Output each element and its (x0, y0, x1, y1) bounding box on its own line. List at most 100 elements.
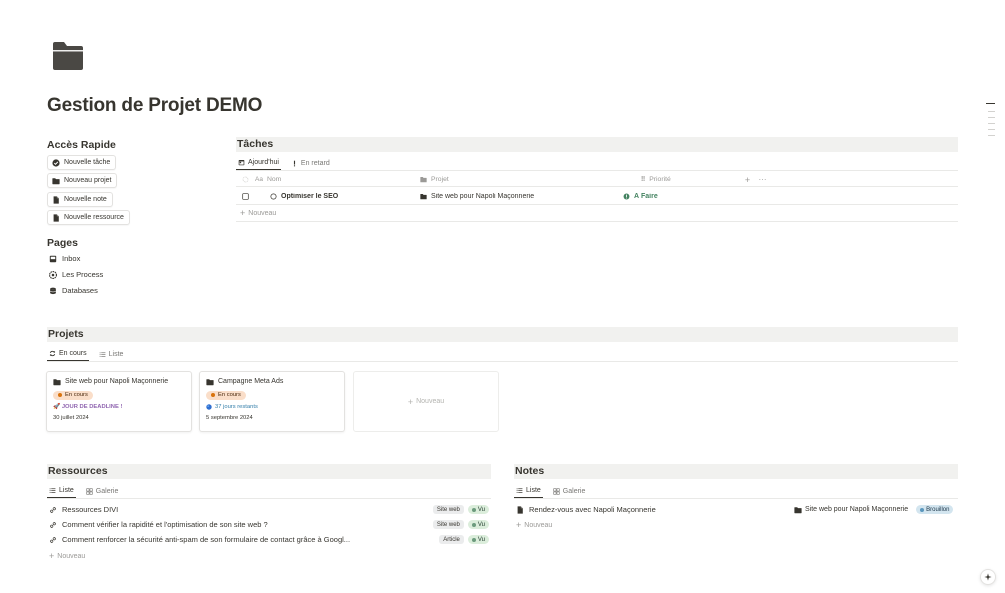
list-icon (49, 487, 56, 494)
toc-indicator[interactable] (988, 111, 995, 112)
note-project[interactable]: Site web pour Napoli Maçonnerie (794, 506, 908, 514)
tasks-heading: Tâches (236, 137, 958, 152)
folder-icon (420, 176, 427, 183)
more-options-icon[interactable]: ··· (755, 175, 770, 184)
task-priority-cell[interactable]: À Faire (623, 193, 722, 200)
days-remaining-label: 37 jours restants (215, 403, 258, 410)
status-badge: Vu (467, 505, 489, 514)
divider (236, 221, 958, 222)
list-icon (516, 487, 523, 494)
task-project-cell[interactable]: Site web pour Napoli Maçonnerie (402, 193, 623, 200)
tab-label: Galerie (95, 487, 119, 495)
toc-indicator[interactable] (988, 129, 995, 130)
deadline-text: 🚀 JOUR DE DEADLINE ! (53, 403, 123, 410)
category-tag: Site web (432, 520, 464, 529)
status-badge: Vu (467, 520, 489, 529)
blue-circle-icon (206, 403, 212, 410)
database-icon (49, 287, 57, 295)
column-name-label: Nom (266, 176, 282, 183)
project-card[interactable]: Campagne Meta Ads En cours 37 jours rest… (199, 371, 345, 432)
new-project-button[interactable]: Nouveau projet (47, 173, 118, 188)
resources-new-button[interactable]: + Nouveau (49, 549, 85, 563)
project-card-title: Site web pour Napoli Maçonnerie (53, 376, 185, 387)
new-label: Nouveau (524, 521, 553, 529)
list-item[interactable]: Rendez-vous avec Napoli Maçonnerie Site … (516, 502, 956, 517)
status-label: Vu (477, 506, 485, 513)
link-icon (49, 521, 57, 529)
document-icon (52, 195, 60, 204)
refresh-icon (49, 350, 56, 357)
status-label: Vu (477, 536, 485, 543)
add-column-icon[interactable]: + (740, 175, 755, 185)
tab-today[interactable]: Ajourd'hui (236, 156, 281, 170)
new-project-card[interactable]: + Nouveau (353, 371, 499, 432)
tab-gallery[interactable]: Galerie (551, 484, 588, 498)
select-all-icon (236, 176, 254, 183)
page-link-label: Inbox (62, 254, 81, 263)
gallery-icon (86, 487, 93, 495)
status-label: En cours (218, 392, 241, 398)
column-project[interactable]: Projet (420, 176, 641, 183)
resources-tabs: Liste Galerie (47, 484, 491, 499)
tab-gallery[interactable]: Galerie (84, 484, 121, 498)
folder-icon (53, 378, 61, 386)
tab-label: Liste (108, 350, 124, 358)
tab-list[interactable]: Liste (514, 484, 543, 498)
toc-indicator[interactable] (988, 123, 995, 124)
project-card-title: Campagne Meta Ads (206, 376, 338, 387)
notes-heading: Notes (514, 464, 958, 479)
task-name-cell[interactable]: Optimiser le SEO (254, 193, 402, 200)
notes-new-button[interactable]: + Nouveau (516, 518, 552, 532)
plus-icon: + (49, 551, 55, 561)
tab-list[interactable]: Liste (47, 484, 76, 498)
list-item[interactable]: Comment renforcer la sécurité anti-spam … (49, 532, 489, 547)
page-link-databases[interactable]: Databases (49, 286, 98, 295)
tab-late[interactable]: En retard (289, 156, 332, 170)
resource-name: Ressources DIVI (62, 505, 119, 514)
table-row[interactable]: Optimiser le SEO Site web pour Napoli Ma… (236, 189, 958, 205)
projects-heading: Projets (47, 327, 958, 342)
ai-assistant-button[interactable] (980, 569, 996, 585)
category-tag: Article (439, 535, 464, 544)
page-title: Gestion de Projet DEMO (47, 95, 263, 116)
page-link-inbox[interactable]: Inbox (49, 254, 80, 263)
new-note-button[interactable]: Nouvelle note (47, 192, 113, 207)
tab-list[interactable]: Liste (97, 347, 126, 361)
status-label: Vu (477, 521, 485, 528)
column-name[interactable]: Aa Nom (254, 176, 420, 183)
folder-page-icon[interactable] (52, 41, 84, 71)
resources-heading: Ressources (47, 464, 491, 479)
toc-indicator[interactable] (988, 135, 995, 136)
new-resource-label: Nouvelle ressource (64, 214, 124, 221)
status-label: Brouillon (926, 506, 950, 513)
list-item[interactable]: Ressources DIVI Site web Vu (49, 502, 489, 517)
notes-tabs: Liste Galerie (514, 484, 958, 499)
quick-access-heading: Accès Rapide (47, 139, 116, 151)
resource-name: Comment vérifier la rapidité et l'optimi… (62, 520, 268, 529)
list-item[interactable]: Comment vérifier la rapidité et l'optimi… (49, 517, 489, 532)
column-priority[interactable]: ‼ Priorité (641, 176, 740, 183)
plus-icon: + (407, 396, 414, 407)
new-task-button[interactable]: Nouvelle tâche (47, 155, 117, 170)
gallery-icon (553, 487, 560, 495)
status-label: En cours (65, 392, 88, 398)
row-checkbox[interactable] (236, 193, 254, 200)
project-title: Campagne Meta Ads (218, 378, 284, 385)
task-priority: À Faire (634, 193, 658, 200)
project-card[interactable]: Site web pour Napoli Maçonnerie En cours… (46, 371, 192, 432)
page-link-process[interactable]: Les Process (49, 270, 103, 279)
toc-indicator[interactable] (986, 103, 995, 104)
task-project: Site web pour Napoli Maçonnerie (431, 193, 535, 200)
new-label: Nouveau (416, 398, 445, 405)
folder-icon (420, 193, 427, 200)
new-resource-button[interactable]: Nouvelle ressource (47, 210, 130, 225)
task-name: Optimiser le SEO (281, 193, 339, 200)
tab-in-progress[interactable]: En cours (47, 347, 89, 361)
toc-indicator[interactable] (988, 117, 995, 118)
column-project-label: Projet (431, 176, 449, 183)
note-project-label: Site web pour Napoli Maçonnerie (805, 506, 909, 513)
project-date: 5 septembre 2024 (206, 414, 253, 421)
plus-icon: + (240, 208, 246, 218)
tasks-tabs: Ajourd'hui En retard (236, 156, 958, 171)
tasks-new-button[interactable]: + Nouveau (240, 206, 276, 220)
